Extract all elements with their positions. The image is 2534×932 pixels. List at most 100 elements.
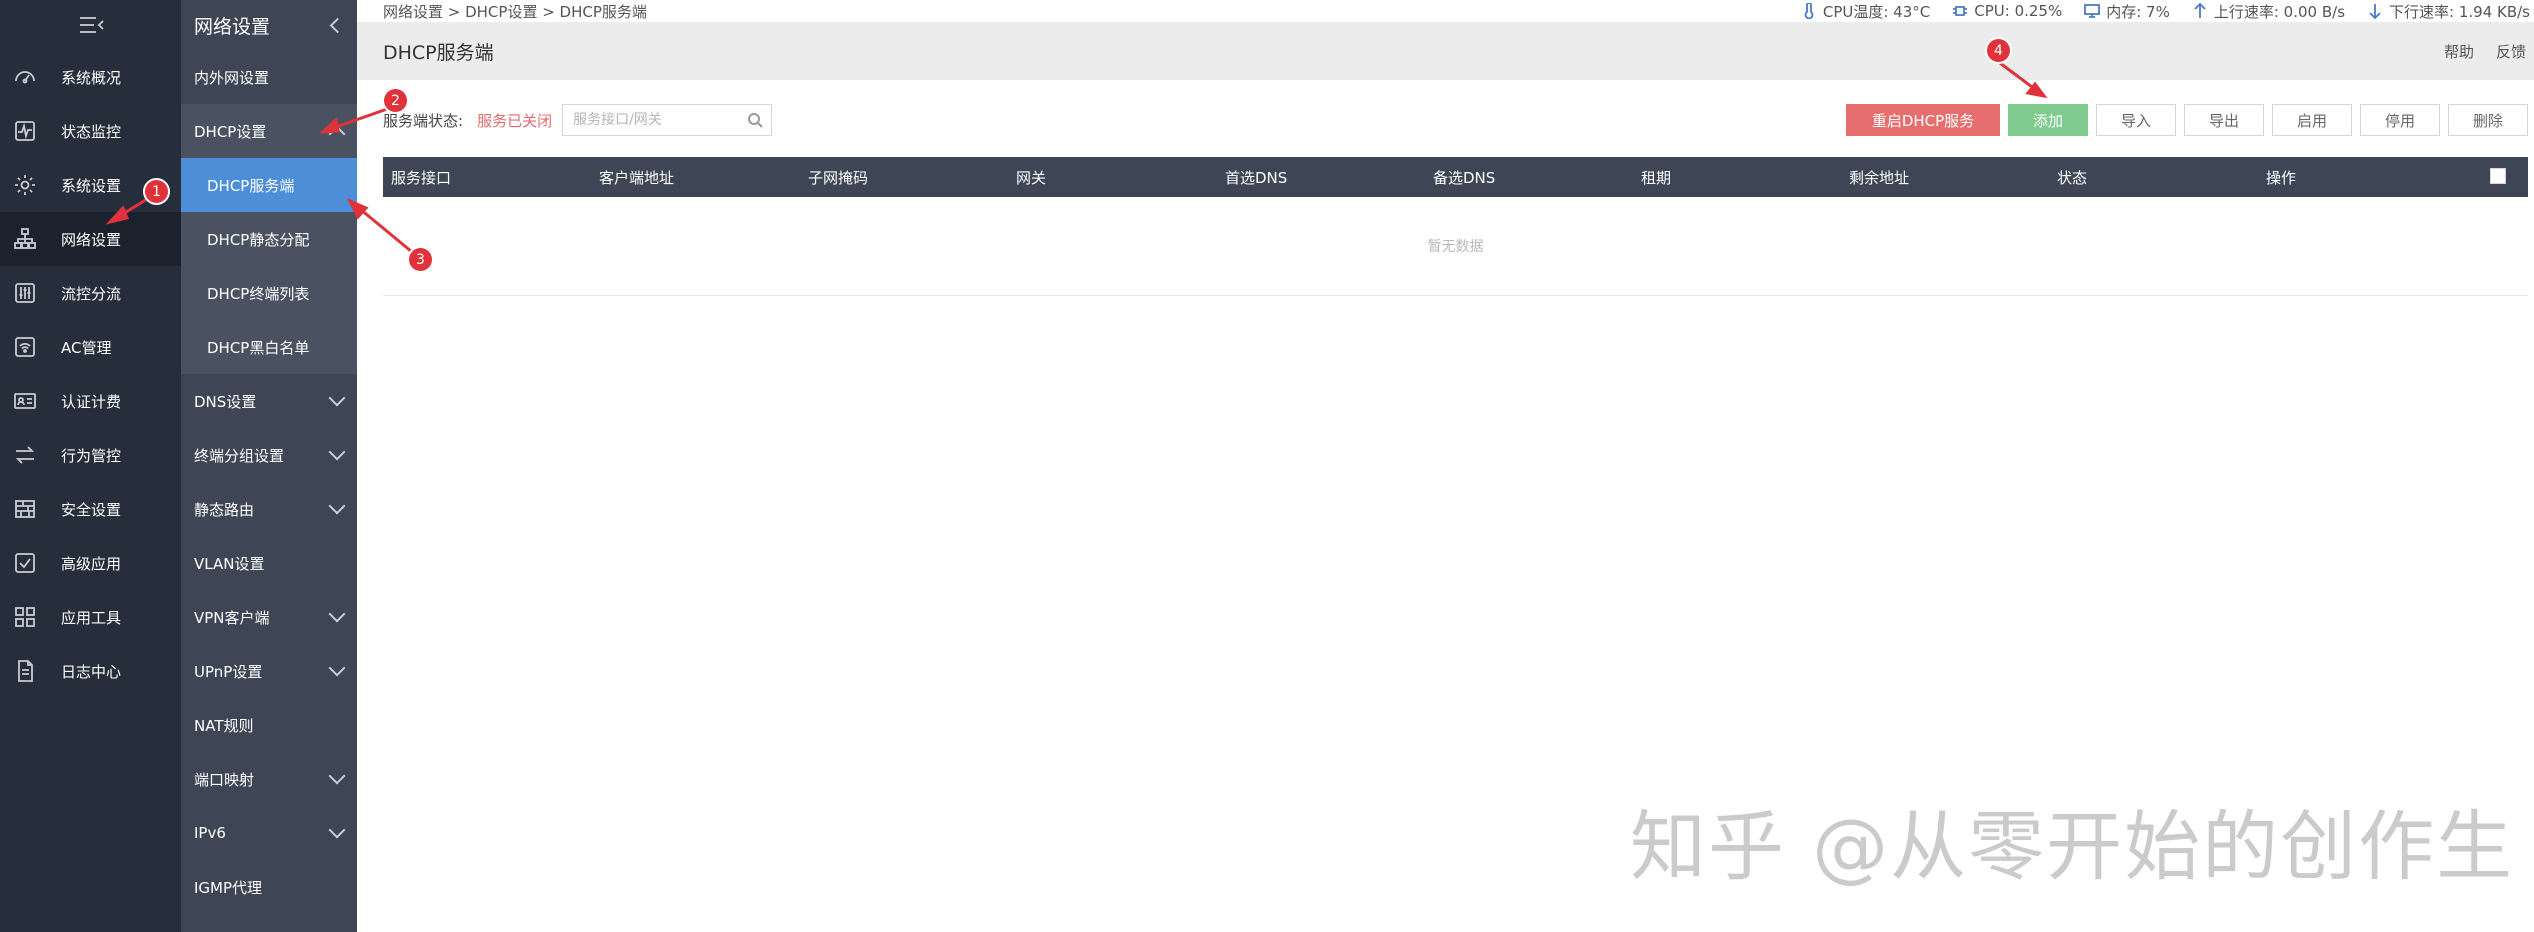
restart-dhcp-button[interactable]: 重启DHCP服务 [1846, 104, 2000, 136]
pulse-icon [12, 118, 38, 144]
sidebar-item-app-tools[interactable]: 应用工具 [0, 590, 181, 644]
submenu-item-igmp-proxy[interactable]: IGMP代理 [181, 860, 357, 914]
submenu-item-lan-wan[interactable]: 内外网设置 [181, 50, 357, 104]
feedback-link[interactable]: 反馈 [2496, 41, 2526, 62]
column-header[interactable]: 首选DNS [1225, 157, 1287, 197]
sidebar-item-auth-billing[interactable]: 认证计费 [0, 374, 181, 428]
column-header[interactable]: 子网掩码 [808, 157, 868, 197]
sidebar-item-label: 安全设置 [61, 500, 122, 519]
select-all-checkbox[interactable] [2490, 168, 2506, 184]
submenu-item-terminal-groups[interactable]: 终端分组设置 [181, 428, 357, 482]
empty-table-message: 暂无数据 [383, 197, 2528, 296]
chevron-down-icon [328, 821, 346, 839]
column-header[interactable]: 状态 [2057, 157, 2087, 197]
submenu-item-dhcp-static[interactable]: DHCP静态分配 [181, 212, 357, 266]
submenu-item-label: UPnP设置 [194, 662, 263, 681]
enable-button[interactable]: 启用 [2272, 104, 2352, 136]
submenu-item-dns[interactable]: DNS设置 [181, 374, 357, 428]
sidebar-item-label: 日志中心 [61, 662, 122, 681]
sidebar-item-label: 行为管控 [61, 446, 122, 465]
sidebar-item-label: 状态监控 [61, 122, 122, 141]
sidebar-item-label: 系统设置 [61, 176, 122, 195]
sidebar-item-security[interactable]: 安全设置 [0, 482, 181, 536]
submenu-title: 网络设置 [194, 15, 271, 38]
submenu-item-label: 终端分组设置 [194, 446, 285, 465]
submenu-item-port-mapping[interactable]: 端口映射 [181, 752, 357, 806]
search-input[interactable] [571, 111, 746, 129]
wifi-icon [12, 334, 38, 360]
memory-usage: 内存: 7% [2084, 1, 2170, 22]
import-button[interactable]: 导入 [2096, 104, 2176, 136]
submenu-item-label: DNS设置 [194, 392, 257, 411]
id-card-icon [12, 388, 38, 414]
delete-button[interactable]: 删除 [2448, 104, 2528, 136]
annotation-badge: 2 [382, 87, 409, 114]
system-stats: CPU温度: 43°C CPU: 0.25% 内存: 7% 上行速率: 0.00… [1779, 1, 2534, 22]
column-header[interactable]: 操作 [2266, 157, 2296, 197]
submenu-item-label: IGMP代理 [194, 878, 263, 897]
submenu-item-vlan[interactable]: VLAN设置 [181, 536, 357, 590]
cpu-temperature: CPU温度: 43°C [1801, 1, 1930, 22]
add-button[interactable]: 添加 [2008, 104, 2088, 136]
sidebar-item-log-center[interactable]: 日志中心 [0, 644, 181, 698]
submenu-item-label: 端口映射 [194, 770, 255, 789]
page-title: DHCP服务端 [383, 41, 494, 64]
chip-icon [1953, 6, 1968, 16]
sidebar-item-label: 网络设置 [61, 230, 122, 249]
submenu-item-static-routes[interactable]: 静态路由 [181, 482, 357, 536]
collapse-submenu-icon[interactable] [329, 17, 346, 33]
page-title-bar: DHCP服务端 帮助 反馈 [357, 22, 2534, 80]
sidebar-item-behavior-control[interactable]: 行为管控 [0, 428, 181, 482]
submenu-item-ipv6[interactable]: IPv6 [181, 806, 357, 860]
column-header[interactable]: 备选DNS [1433, 157, 1495, 197]
submenu-item-label: DHCP静态分配 [207, 230, 310, 249]
disable-button[interactable]: 停用 [2360, 104, 2440, 136]
sidebar-item-monitor[interactable]: 状态监控 [0, 104, 181, 158]
submenu-item-vpn-client[interactable]: VPN客户端 [181, 590, 357, 644]
sidebar-item-label: AC管理 [61, 338, 112, 357]
sidebar-item-ac-management[interactable]: AC管理 [0, 320, 181, 374]
upload-rate: 上行速率: 0.00 B/s [2192, 1, 2345, 22]
column-header[interactable]: 租期 [1641, 157, 1671, 197]
column-header[interactable]: 客户端地址 [599, 157, 674, 197]
gear-icon [12, 172, 38, 198]
action-buttons: 重启DHCP服务 添加 导入 导出 启用 停用 删除 [1846, 104, 2528, 136]
submenu-item-upnp[interactable]: UPnP设置 [181, 644, 357, 698]
annotation-badge: 4 [1985, 37, 2012, 64]
help-link[interactable]: 帮助 [2444, 41, 2474, 62]
chevron-down-icon [328, 659, 346, 677]
export-button[interactable]: 导出 [2184, 104, 2264, 136]
server-status-value[interactable]: 服务已关闭 [477, 110, 552, 131]
sidebar-item-overview[interactable]: 系统概况 [0, 50, 181, 104]
swap-icon [12, 442, 38, 468]
sidebar-item-flow-control[interactable]: 流控分流 [0, 266, 181, 320]
submenu-item-label: NAT规则 [194, 716, 254, 735]
toolbar: 服务端状态: 服务已关闭 重启DHCP服务 添加 导入 导出 启用 停用 删除 [383, 102, 2528, 138]
chevron-down-icon [328, 389, 346, 407]
submenu-panel: 网络设置 内外网设置 DHCP设置 DHCP服务端 DHCP静态分配 DHCP终… [181, 0, 357, 932]
submenu-item-label: DHCP设置 [194, 122, 267, 141]
submenu-item-nat-rules[interactable]: NAT规则 [181, 698, 357, 752]
sidebar-item-network-settings[interactable]: 网络设置 [0, 212, 181, 266]
search-icon[interactable] [747, 112, 763, 128]
network-icon [12, 226, 38, 252]
submenu-item-label: 内外网设置 [194, 68, 270, 87]
submenu-item-dhcp-clients[interactable]: DHCP终端列表 [181, 266, 357, 320]
column-header[interactable]: 服务接口 [391, 157, 451, 197]
sidebar-item-advanced[interactable]: 高级应用 [0, 536, 181, 590]
download-rate: 下行速率: 1.94 KB/s [2367, 1, 2530, 22]
sidebar-item-label: 流控分流 [61, 284, 122, 303]
sidebar-item-label: 认证计费 [61, 392, 122, 411]
submenu-item-dhcp-server[interactable]: DHCP服务端 [181, 158, 357, 212]
sidebar-item-label: 高级应用 [61, 554, 122, 573]
chevron-down-icon [328, 443, 346, 461]
column-header[interactable]: 剩余地址 [1849, 157, 1909, 197]
firewall-icon [12, 496, 38, 522]
submenu-item-dhcp-blacklist[interactable]: DHCP黑白名单 [181, 320, 357, 374]
menu-toggle-icon[interactable] [0, 0, 181, 50]
sliders-icon [12, 280, 38, 306]
sidebar-item-label: 应用工具 [61, 608, 122, 627]
submenu-item-dhcp-settings[interactable]: DHCP设置 [181, 104, 357, 158]
top-status-bar: 网络设置 > DHCP设置 > DHCP服务端 CPU温度: 43°C CPU:… [357, 0, 2534, 22]
column-header[interactable]: 网关 [1016, 157, 1046, 197]
